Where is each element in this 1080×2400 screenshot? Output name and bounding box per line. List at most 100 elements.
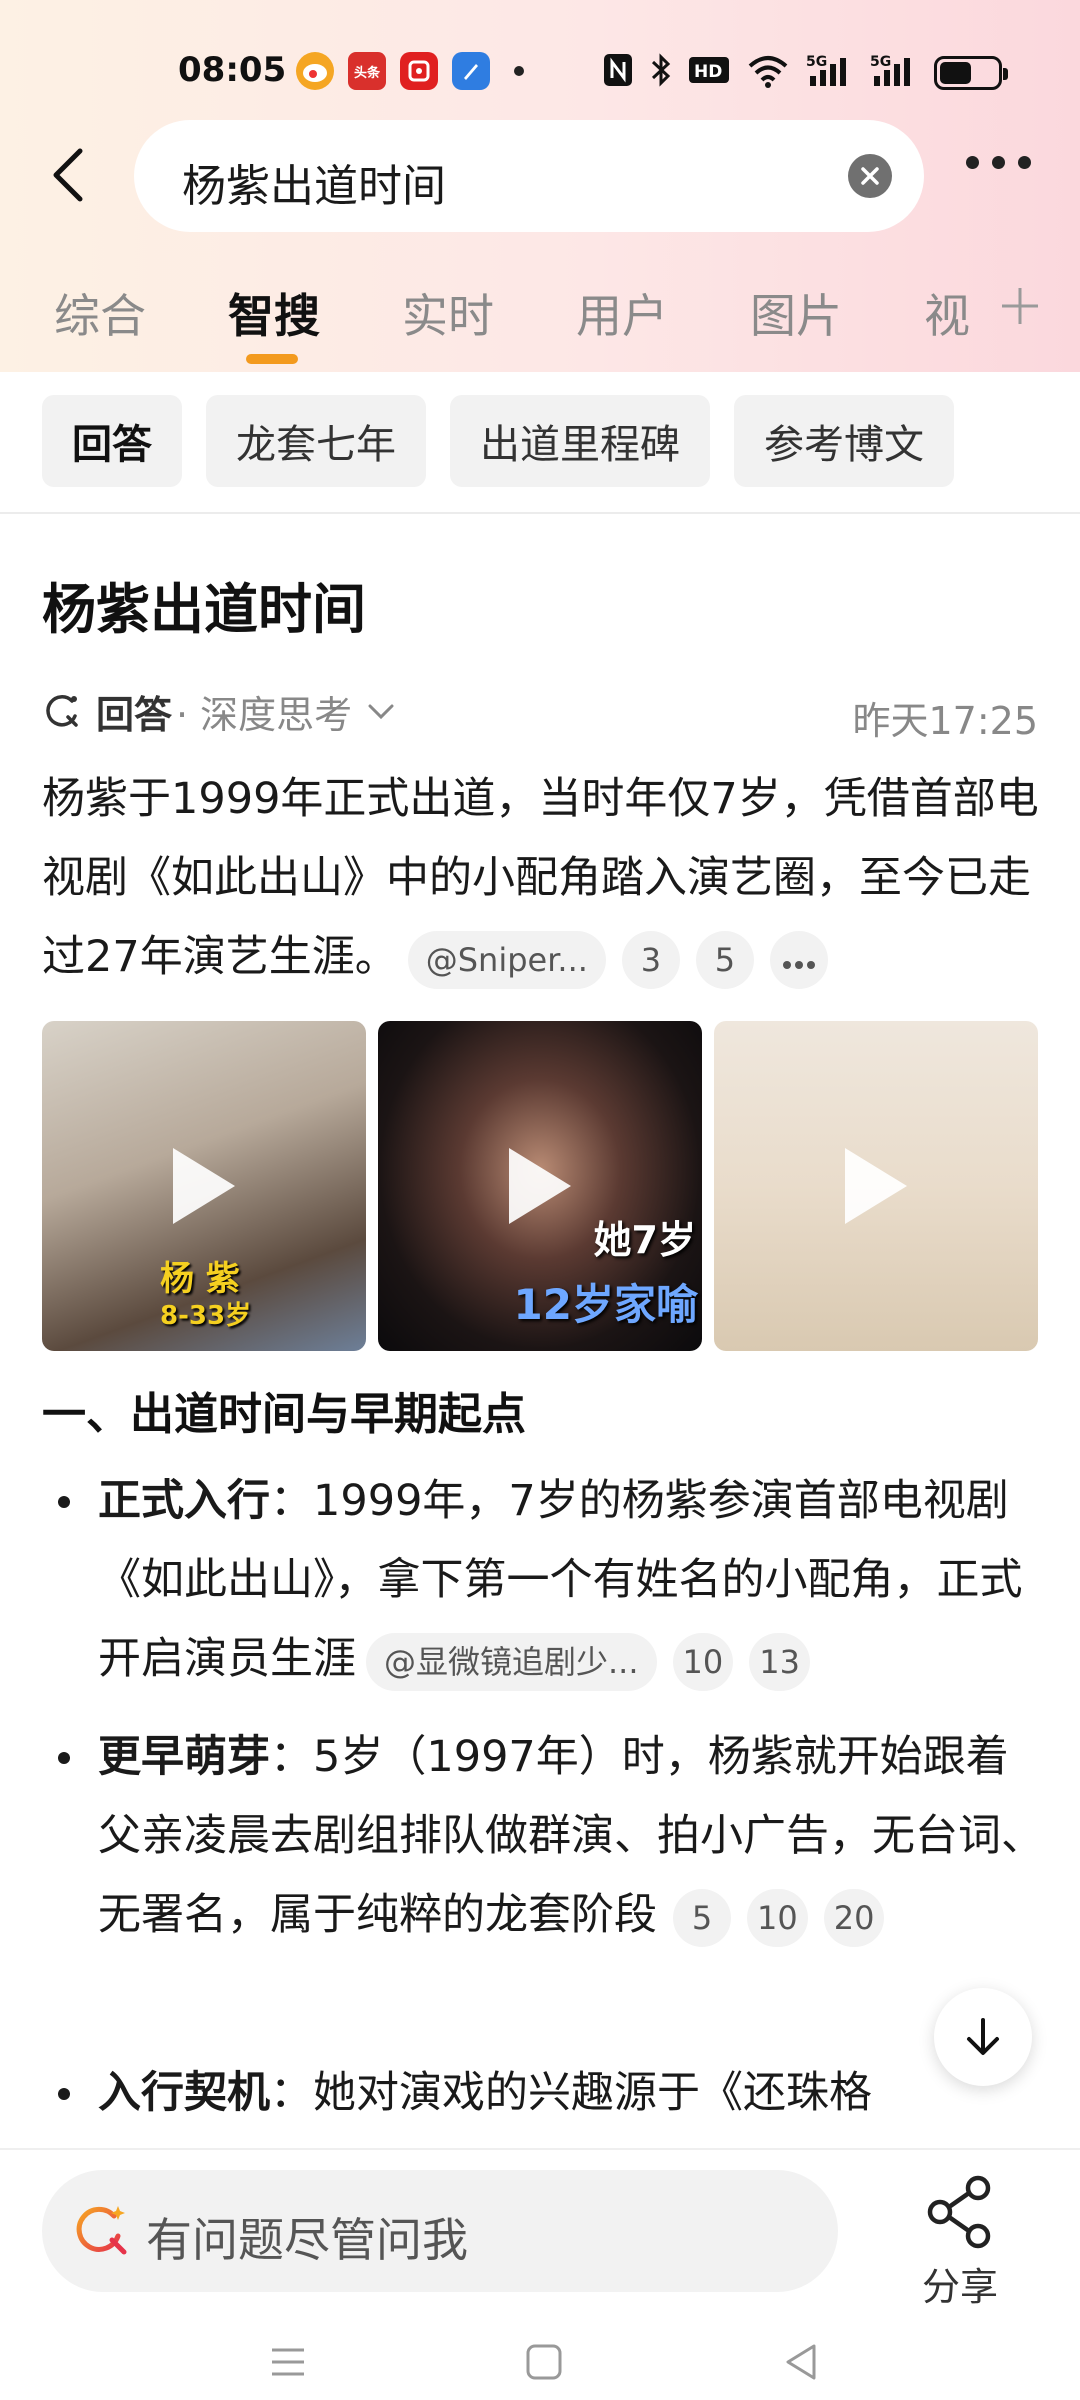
search-tabs: 综合 智搜 实时 用户 图片 视 [0,272,1080,372]
bullet-term: 正式入行 [98,1476,270,1526]
ask-input[interactable]: 有问题尽管问我 [42,2170,838,2292]
dot-icon [966,156,979,169]
answer-label: 回答 [96,692,173,737]
video-caption: 她7岁 [593,1218,696,1262]
answer-chips: 回答 龙套七年 出道里程碑 参考博文 [42,395,954,487]
svg-text:HD: HD [694,62,722,82]
citation-ref[interactable]: 5 [695,930,754,989]
video-thumbnail[interactable]: 她7岁 12岁家喻 [378,1021,702,1351]
svg-text:5G: 5G [870,54,891,70]
signal-5g-icon-2: 5G [870,52,918,94]
play-icon [509,1148,571,1224]
video-caption-sub: 8-33岁 [160,1301,252,1331]
back-button[interactable] [38,140,98,210]
clear-search-button[interactable] [848,154,892,198]
tab-smart-search[interactable]: 智搜 [228,280,320,346]
signal-5g-icon: 5G [806,52,854,94]
divider [0,512,1080,514]
ai-answer-icon [46,695,78,727]
bullet-icon [58,2088,70,2100]
notification-icons: 头条 [296,52,524,90]
deep-thinking-toggle[interactable]: · 深度思考 [176,684,352,739]
more-options-button[interactable] [966,156,1031,169]
dot-icon [992,156,1005,169]
plus-icon [1002,288,1038,324]
nfc-icon [602,52,634,94]
citation-ref[interactable]: 13 [749,1632,810,1691]
search-query: 杨紫出道时间 [182,161,446,212]
ask-placeholder: 有问题尽管问我 [146,2213,468,2267]
wifi-icon [746,52,790,94]
more-notifications-dot [514,66,524,76]
video-thumbnails: 杨 紫 8-33岁 她7岁 12岁家喻 [42,1021,1038,1351]
ai-search-icon [76,2206,127,2255]
chevron-down-icon[interactable] [364,694,398,728]
section-heading: 一、出道时间与早期起点 [42,1389,526,1440]
bluetooth-icon [650,52,672,94]
answer-meta: 回答 · 深度思考 昨天17:25 [42,684,1038,743]
citation-user[interactable]: @显微镜追剧少... [366,1632,657,1691]
answer-title: 杨紫出道时间 [42,578,366,641]
svg-text:5G: 5G [806,54,827,70]
scroll-down-button[interactable] [934,1988,1032,2086]
citation-ref[interactable]: 20 [823,1888,885,1947]
menu-nav-button[interactable] [268,2342,308,2386]
menu-icon [272,2348,304,2376]
blue-app-icon [452,52,490,90]
citation-ref[interactable]: 3 [621,930,680,989]
bullet-term: 更早萌芽 [98,1732,270,1782]
hd-icon: HD [688,53,730,93]
tab-video[interactable]: 视 [924,280,970,346]
tab-realtime[interactable]: 实时 [402,280,494,346]
video-caption-sub: 12岁家喻 [513,1280,698,1329]
play-icon [173,1148,235,1224]
list-item: 入行契机：她对演戏的兴趣源于《还珠格 [98,2054,1048,2133]
video-thumbnail[interactable] [714,1021,1038,1351]
chip-bit-parts[interactable]: 龙套七年 [206,395,426,487]
bullet-text: ：她对演戏的兴趣源于《还珠格 [270,2068,872,2118]
chip-milestones[interactable]: 出道里程碑 [450,395,710,487]
tab-images[interactable]: 图片 [750,280,842,346]
tab-users[interactable]: 用户 [576,280,668,346]
citation-ref[interactable]: 10 [672,1632,734,1691]
chip-reference-posts[interactable]: 参考博文 [734,395,954,487]
answer-timestamp: 昨天17:25 [852,699,1038,743]
bottom-bar: 有问题尽管问我 分享 [0,2148,1080,2309]
ellipsis-icon [782,960,815,969]
share-button[interactable]: 分享 [900,2164,1020,2309]
citation-ref[interactable]: 10 [747,1888,808,1947]
add-tab-button[interactable] [998,278,1042,341]
back-triangle-icon [786,2344,816,2380]
tab-comprehensive[interactable]: 综合 [54,280,146,346]
status-bar: 08:05 头条 HD 5G 5G [0,40,1080,106]
share-label: 分享 [922,2265,999,2309]
video-thumbnail[interactable]: 杨 紫 8-33岁 [42,1021,366,1351]
play-icon [845,1148,907,1224]
home-square-icon [526,2344,562,2380]
more-citations-button[interactable] [769,930,828,989]
chip-answer[interactable]: 回答 [42,395,182,487]
bullet-icon [58,1496,70,1508]
bullet-icon [58,1752,70,1764]
chevron-left-icon [53,148,83,202]
video-caption: 杨 紫 [160,1259,240,1299]
bullet-term: 入行契机 [98,2068,270,2118]
citation-user[interactable]: @Sniper... [407,930,606,989]
battery-icon [934,56,1008,90]
status-time: 08:05 [178,50,287,90]
system-nav-bar [0,2330,1080,2400]
list-item: 更早萌芽：5岁（1997年）时，杨紫就开始跟着父亲凌晨去剧组排队做群演、拍小广告… [98,1718,1048,1955]
arrow-down-icon [967,2018,999,2055]
toutiao-icon: 头条 [348,52,386,90]
close-icon [861,167,879,185]
list-item: 正式入行：1999年，7岁的杨紫参演首部电视剧《如此出山》，拿下第一个有姓名的小… [98,1462,1048,1699]
citation-ref[interactable]: 5 [673,1888,731,1947]
dot-icon [1018,156,1031,169]
share-icon [927,2175,991,2249]
weibo-icon [296,52,334,90]
home-nav-button[interactable] [524,2342,564,2386]
pinduoduo-icon [400,52,438,90]
search-input[interactable]: 杨紫出道时间 [134,120,924,232]
back-nav-button[interactable] [782,2342,822,2386]
active-tab-indicator [246,354,298,364]
